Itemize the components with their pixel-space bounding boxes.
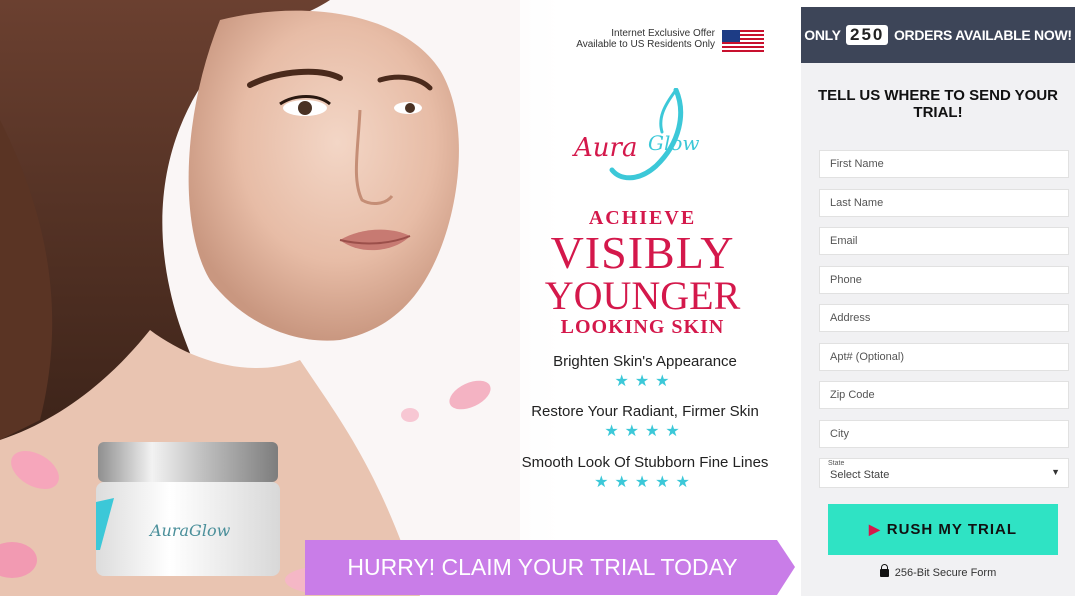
play-arrow-icon: ▶ bbox=[868, 521, 881, 537]
phone-field[interactable]: Phone bbox=[819, 266, 1069, 294]
benefit-text: Brighten Skin's Appearance bbox=[553, 353, 737, 370]
offer-line-2: Available to US Residents Only bbox=[576, 39, 715, 50]
headline-line-2: VISIBLY bbox=[550, 227, 735, 278]
last-name-field[interactable]: Last Name bbox=[819, 189, 1069, 217]
orders-count: 250 bbox=[846, 25, 889, 45]
form-title: TELL US WHERE TO SEND YOUR TRIAL! bbox=[817, 87, 1059, 121]
svg-text:Aura: Aura bbox=[572, 133, 637, 163]
signup-form-panel: ONLY 250 ORDERS AVAILABLE NOW! TELL US W… bbox=[801, 7, 1075, 596]
caret-down-icon: ▼ bbox=[1051, 467, 1060, 477]
headline-line-3: YOUNGER bbox=[544, 273, 741, 318]
hero-section: Internet Exclusive Offer Available to US… bbox=[0, 0, 800, 596]
jar-label: AuraGlow bbox=[148, 521, 231, 540]
benefit-text: Smooth Look Of Stubborn Fine Lines bbox=[521, 454, 769, 471]
secure-form-note: 256-Bit Secure Form bbox=[801, 564, 1075, 579]
first-name-field[interactable]: First Name bbox=[819, 150, 1069, 178]
apt-field[interactable]: Apt# (Optional) bbox=[819, 343, 1069, 371]
urgency-banner: ONLY 250 ORDERS AVAILABLE NOW! bbox=[801, 7, 1075, 63]
lock-icon bbox=[879, 564, 889, 577]
urgency-suffix: ORDERS AVAILABLE NOW! bbox=[893, 27, 1072, 43]
state-value: Select State bbox=[830, 469, 890, 481]
city-field[interactable]: City bbox=[819, 420, 1069, 448]
us-flag-icon bbox=[722, 30, 764, 53]
rush-button-label: RUSH MY TRIAL bbox=[886, 521, 1017, 538]
auraglow-logo: Aura Glow bbox=[572, 88, 700, 181]
zip-code-field[interactable]: Zip Code bbox=[819, 381, 1069, 409]
headline: ACHIEVE VISIBLY YOUNGER LOOKING SKIN bbox=[505, 206, 780, 338]
cta-banner[interactable]: HURRY! CLAIM YOUR TRIAL TODAY bbox=[305, 540, 795, 595]
state-select[interactable]: State Select State ▼ bbox=[819, 458, 1069, 488]
offer-notice: Internet Exclusive Offer Available to US… bbox=[520, 28, 715, 50]
offer-line-1: Internet Exclusive Offer bbox=[611, 28, 715, 39]
state-label: State bbox=[828, 460, 845, 467]
product-jar-image: AuraGlow bbox=[96, 442, 280, 576]
svg-text:Glow: Glow bbox=[648, 131, 700, 155]
secure-note-text: 256-Bit Secure Form bbox=[894, 567, 997, 579]
star-rating-icon: ★★★★ bbox=[604, 423, 686, 440]
rush-my-trial-button[interactable]: ▶ RUSH MY TRIAL bbox=[828, 504, 1058, 555]
benefit-text: Restore Your Radiant, Firmer Skin bbox=[531, 403, 759, 420]
star-rating-icon: ★★★★★ bbox=[594, 474, 696, 491]
address-field[interactable]: Address bbox=[819, 304, 1069, 332]
star-rating-icon: ★★★ bbox=[614, 373, 676, 390]
email-field[interactable]: Email bbox=[819, 227, 1069, 255]
urgency-prefix: ONLY bbox=[804, 27, 841, 43]
headline-line-4: LOOKING SKIN bbox=[560, 316, 725, 338]
cta-banner-text: HURRY! CLAIM YOUR TRIAL TODAY bbox=[347, 554, 738, 580]
